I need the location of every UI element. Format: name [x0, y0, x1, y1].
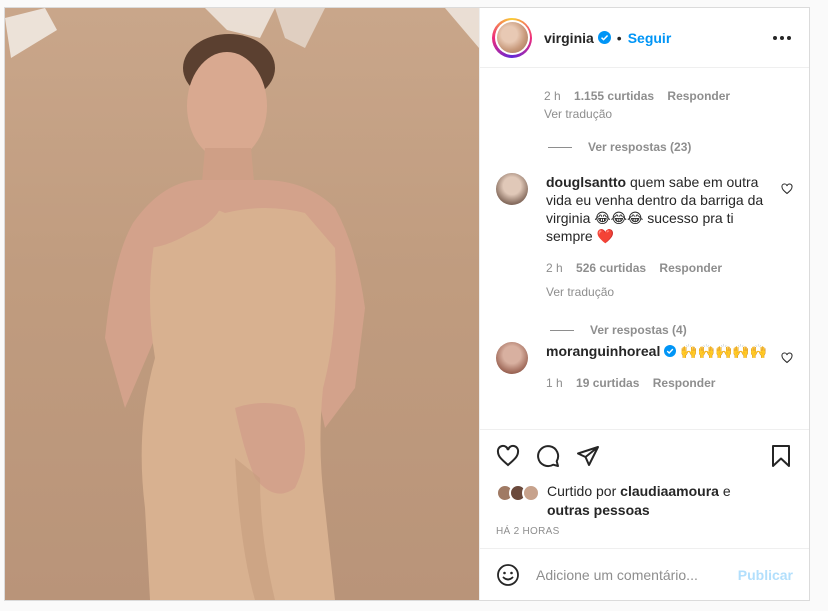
comment-username[interactable]: moranguinhoreal: [546, 343, 660, 359]
comment-username[interactable]: douglsantto: [546, 174, 626, 190]
post-card: virginia • Seguir 2 h 1.155 curtidas Res…: [4, 7, 810, 601]
separator: •: [616, 29, 622, 46]
comments-list[interactable]: 2 h 1.155 curtidas Responder Ver traduçã…: [480, 69, 809, 429]
comment-input[interactable]: [536, 566, 738, 583]
post-timestamp[interactable]: HÁ 2 HORAS: [496, 526, 560, 537]
photo-illustration: [5, 8, 479, 600]
publish-button[interactable]: Publicar: [738, 567, 793, 583]
liked-by-text: Curtido por claudiaamoura e outras pesso…: [547, 482, 731, 520]
verified-badge-icon: [597, 31, 611, 44]
comment-time: 2 h: [546, 261, 563, 275]
translate-link[interactable]: Ver tradução: [544, 107, 612, 121]
comment-item: douglsantto quem sabe em outra vida eu v…: [496, 173, 797, 339]
comment-likes[interactable]: 19 curtidas: [576, 376, 639, 390]
avatar[interactable]: [492, 17, 532, 58]
liked-by-user[interactable]: claudiaamoura: [620, 483, 719, 499]
liked-by-conj: e: [722, 483, 731, 499]
liked-by-avatars[interactable]: [496, 484, 540, 520]
view-replies-button[interactable]: Ver respostas (23): [548, 140, 691, 154]
bookmark-icon[interactable]: [769, 444, 793, 468]
replies-label: Ver respostas (23): [588, 140, 692, 154]
comment-time: 1 h: [546, 376, 563, 390]
liked-by: Curtido por claudiaamoura e outras pesso…: [496, 482, 731, 520]
comment-likes[interactable]: 1.155 curtidas: [574, 89, 654, 103]
comment-avatar[interactable]: [496, 342, 528, 374]
comment-avatar[interactable]: [496, 173, 528, 205]
username-link[interactable]: virginia: [544, 30, 594, 46]
replies-label: Ver respostas (4): [590, 323, 687, 337]
share-icon[interactable]: [576, 444, 600, 468]
comment-meta: 2 h 1.155 curtidas Responder: [544, 89, 740, 103]
view-replies-button[interactable]: Ver respostas (4): [550, 321, 775, 339]
comment-likes[interactable]: 526 curtidas: [576, 261, 646, 275]
verified-badge-icon: [664, 345, 677, 357]
reply-button[interactable]: Responder: [653, 376, 716, 390]
comment-composer: Publicar: [480, 548, 809, 600]
translate-link[interactable]: Ver tradução: [546, 283, 775, 301]
post-header: virginia • Seguir: [480, 8, 809, 68]
comment-item: moranguinhoreal 🙌🙌🙌🙌🙌 1 h 19 curtidas Re…: [496, 342, 797, 392]
comment-meta: 1 h 19 curtidas Responder: [546, 374, 775, 392]
like-comment-icon[interactable]: [781, 352, 793, 364]
comment-time: 2 h: [544, 89, 561, 103]
reply-button[interactable]: Responder: [659, 261, 722, 275]
post-side-panel: virginia • Seguir 2 h 1.155 curtidas Res…: [479, 8, 809, 600]
liked-by-prefix: Curtido por: [547, 483, 617, 499]
more-options-icon[interactable]: [773, 30, 791, 46]
reply-button[interactable]: Responder: [667, 89, 730, 103]
follow-button[interactable]: Seguir: [628, 30, 672, 46]
like-comment-icon[interactable]: [781, 183, 793, 195]
post-photo[interactable]: [5, 8, 479, 600]
comment-icon[interactable]: [536, 444, 560, 468]
liked-by-others[interactable]: outras pessoas: [547, 502, 650, 518]
cut-off-text: [544, 69, 548, 77]
emoji-icon[interactable]: [496, 563, 520, 587]
comment-meta: 2 h 526 curtidas Responder: [546, 259, 775, 277]
heart-icon[interactable]: [496, 444, 520, 468]
comment-text: 🙌🙌🙌🙌🙌: [680, 343, 768, 359]
